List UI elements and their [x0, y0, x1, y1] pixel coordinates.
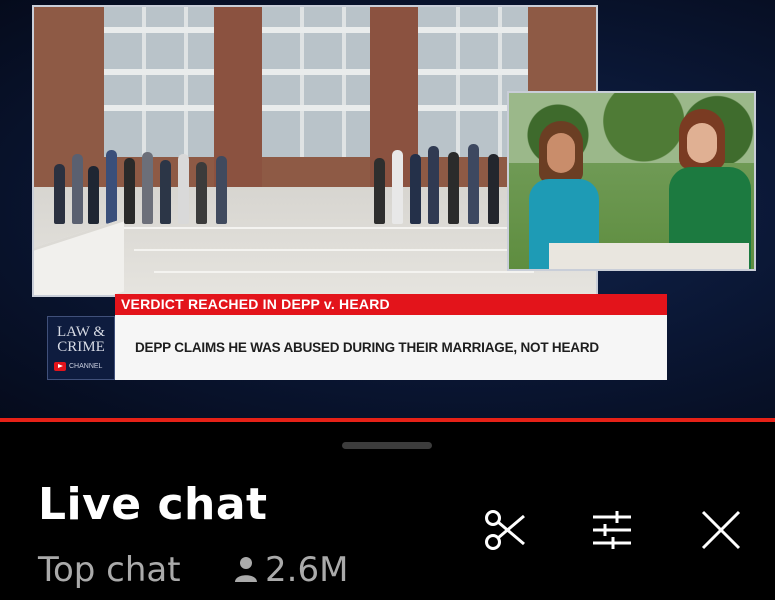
close-button[interactable]: [697, 508, 745, 556]
drag-handle[interactable]: [342, 442, 432, 449]
chat-mode-selector[interactable]: Top chat: [38, 548, 181, 592]
inset-table: [549, 243, 749, 269]
close-icon: [699, 508, 743, 556]
video-inset-hosts: [507, 91, 756, 271]
sliders-icon: [589, 507, 635, 557]
logo-channel-label: CHANNEL: [69, 363, 103, 370]
youtube-icon: [54, 362, 66, 371]
viewer-count-value: 2.6M: [265, 550, 349, 590]
news-caption: DEPP CLAIMS HE WAS ABUSED DURING THEIR M…: [115, 315, 667, 380]
news-headline: VERDICT REACHED IN DEPP v. HEARD: [115, 294, 667, 315]
scissors-icon: [482, 507, 528, 557]
crowd: [44, 129, 254, 224]
person-icon: [233, 551, 259, 582]
logo-text: LAW & CRIME: [56, 324, 106, 355]
clip-button[interactable]: [481, 508, 529, 556]
video-player[interactable]: LAW & CRIME CHANNEL VERDICT REACHED IN D…: [0, 0, 775, 418]
channel-logo: LAW & CRIME CHANNEL: [47, 316, 115, 380]
viewer-count: 2.6M: [233, 548, 348, 592]
live-chat-title: Live chat: [38, 479, 268, 530]
filter-button[interactable]: [588, 508, 636, 556]
live-chat-panel: Live chat Top chat 2.6M: [0, 422, 775, 600]
